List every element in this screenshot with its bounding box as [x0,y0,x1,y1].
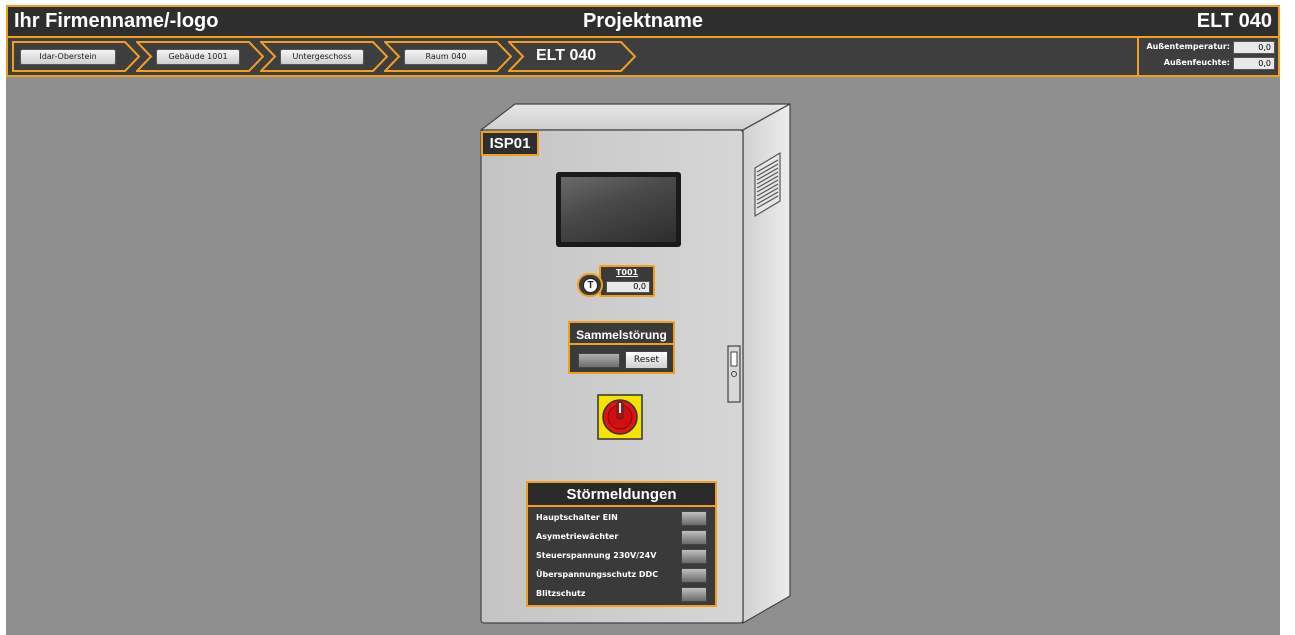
breadcrumb-segment-3: Untergeschoss [260,41,388,72]
collective-fault-indicator [578,353,620,368]
outdoor-humidity-label: Außenfeuchte: [1163,58,1230,67]
fault-label: Asymetriewächter [536,532,619,541]
door-handle [727,345,741,403]
company-logo-text: Ihr Firmenname/-logo [14,10,219,32]
temperature-sensor-widget[interactable]: T001 0,0 T [577,265,655,299]
navigation-bar: Idar-Oberstein Gebäude 1001 Untergeschos… [6,38,1280,77]
cabinet-top [479,103,791,131]
fault-messages-panel: Störmeldungen Hauptschalter EIN Asymetri… [526,481,717,607]
breadcrumb-item-untergeschoss[interactable]: Untergeschoss [280,49,364,65]
breadcrumb-item-gebaeude[interactable]: Gebäude 1001 [156,49,240,65]
outdoor-temperature-label: Außentemperatur: [1146,42,1230,51]
collective-fault-title: Sammelstörung [570,325,673,345]
location-code: ELT 040 [1196,10,1272,32]
fault-indicator [681,530,707,545]
outdoor-temperature-row: Außentemperatur: 0,0 [1141,41,1278,55]
outdoor-conditions-panel: Außentemperatur: 0,0 Außenfeuchte: 0,0 [1137,38,1278,75]
fault-indicator [681,568,707,583]
breadcrumb-segment-2: Gebäude 1001 [136,41,264,72]
breadcrumb-item-raum[interactable]: Raum 040 [404,49,488,65]
temperature-sensor-box: T001 0,0 [599,265,655,297]
temperature-symbol: T [577,273,603,297]
fault-row: Hauptschalter EIN [536,510,707,528]
temperature-sensor-name[interactable]: T001 [601,268,653,277]
breadcrumb-segment-4: Raum 040 [384,41,512,72]
fault-indicator [681,511,707,526]
fault-label: Blitzschutz [536,589,586,598]
main-switch-icon[interactable] [597,394,643,440]
title-bar: Ihr Firmenname/-logo Projektname ELT 040 [6,5,1280,38]
breadcrumb-item-idar-oberstein[interactable]: Idar-Oberstein [20,49,116,65]
temperature-sensor-value: 0,0 [606,281,650,293]
breadcrumb-segment-1: Idar-Oberstein [12,41,140,72]
fault-row: Steuerspannung 230V/24V [536,548,707,566]
touch-panel-display[interactable] [556,172,681,247]
breadcrumb-current: ELT 040 [536,47,597,64]
display-glass [561,177,676,242]
collective-fault-panel: Sammelstörung Reset [568,321,675,374]
outdoor-humidity-row: Außenfeuchte: 0,0 [1141,57,1278,71]
fault-messages-title: Störmeldungen [528,483,715,507]
thermometer-icon: T [583,278,598,293]
fault-indicator [681,549,707,564]
fault-row: Blitzschutz [536,586,707,604]
fault-label: Überspannungsschutz DDC [536,570,659,579]
fault-row: Überspannungsschutz DDC [536,567,707,585]
fault-indicator [681,587,707,602]
breadcrumb-segment-current: ELT 040 [508,41,636,72]
fault-label: Steuerspannung 230V/24V [536,551,657,560]
reset-button[interactable]: Reset [625,351,668,369]
outdoor-temperature-value: 0,0 [1233,41,1275,54]
fault-label: Hauptschalter EIN [536,513,618,522]
fault-row: Asymetriewächter [536,529,707,547]
outdoor-humidity-value: 0,0 [1233,57,1275,70]
cabinet-tag: ISP01 [481,131,539,156]
